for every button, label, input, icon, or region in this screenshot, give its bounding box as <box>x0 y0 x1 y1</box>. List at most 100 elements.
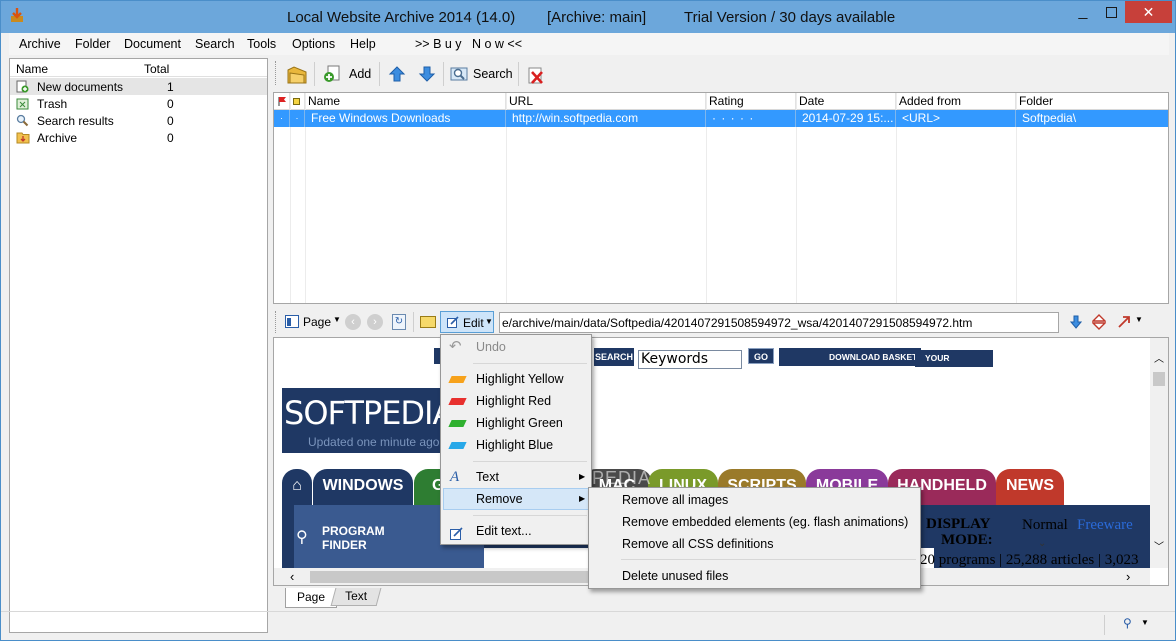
table-row[interactable]: · · Free Windows Downloads http://win.so… <box>274 110 1168 127</box>
main-toolbar: Add Search <box>273 58 1169 90</box>
path-field[interactable]: e/archive/main/data/Softpedia/4201407291… <box>499 312 1059 333</box>
menu-item-remove-css[interactable]: Remove all CSS definitions <box>591 533 918 555</box>
menu-tools[interactable]: Tools <box>247 37 276 51</box>
menu-item-label: Remove all CSS definitions <box>622 537 774 551</box>
vertical-scrollbar[interactable]: ︿ ﹀ <box>1150 338 1168 568</box>
toolbar-separator <box>413 312 414 332</box>
column-header-name[interactable]: Name <box>305 93 506 110</box>
menu-buy-now[interactable]: >> B u y N o w << <box>415 37 522 51</box>
sidebar-item-archive[interactable]: Archive 0 <box>10 129 267 146</box>
expand-collapse-icon[interactable] <box>1091 314 1107 330</box>
tab-page[interactable]: Page <box>285 588 337 608</box>
scroll-thumb[interactable] <box>1153 372 1165 386</box>
menu-item-label: Remove <box>476 492 523 506</box>
refresh-icon[interactable]: ↻ <box>392 314 406 330</box>
menu-item-undo[interactable]: ↶ Undo <box>443 336 589 358</box>
menu-folder[interactable]: Folder <box>75 37 110 51</box>
scroll-up-icon[interactable]: ︿ <box>1154 350 1164 365</box>
menu-item-label: Highlight Blue <box>476 438 554 452</box>
open-folder-icon[interactable] <box>286 64 308 86</box>
chevron-down-icon[interactable]: ▼ <box>1141 618 1149 627</box>
toolbar-separator <box>443 62 444 86</box>
window-title: Local Website Archive 2014 (14.0) <box>287 9 516 26</box>
page-view-dropdown[interactable]: Page ▼ <box>283 312 341 332</box>
status-separator <box>1104 615 1105 635</box>
tab-news[interactable]: NEWS <box>996 469 1064 505</box>
arrow-down-icon[interactable] <box>1069 315 1083 329</box>
search-label: Search <box>473 67 513 81</box>
minimize-button[interactable]: _ <box>1068 1 1098 23</box>
green-highlight-icon <box>448 420 467 427</box>
download-basket-button[interactable]: DOWNLOAD BASKET <box>779 348 921 366</box>
menu-item-highlight-yellow[interactable]: Highlight Yellow <box>443 368 589 390</box>
forward-icon[interactable]: › <box>367 314 383 330</box>
menu-item-label: Edit text... <box>476 524 532 538</box>
menu-item-label: Undo <box>476 340 506 354</box>
menu-item-remove-images[interactable]: Remove all images <box>591 489 918 511</box>
column-header-url[interactable]: URL <box>506 93 706 110</box>
highlight-icon[interactable] <box>420 316 436 328</box>
scroll-down-icon[interactable]: ﹀ <box>1154 538 1164 553</box>
home-tab[interactable]: ⌂ <box>282 469 312 505</box>
column-header-added-from[interactable]: Added from <box>896 93 1016 110</box>
move-up-icon[interactable] <box>388 65 406 83</box>
column-header-folder[interactable]: Folder <box>1016 93 1168 110</box>
go-button[interactable]: GO <box>748 348 774 364</box>
external-link-icon[interactable] <box>1116 314 1132 330</box>
note-column-header[interactable] <box>290 93 305 110</box>
scroll-left-icon[interactable]: ‹ <box>290 569 294 584</box>
keywords-input[interactable]: Keywords <box>638 350 742 369</box>
scroll-right-icon[interactable]: › <box>1126 569 1130 584</box>
tab-windows[interactable]: WINDOWS <box>313 469 413 505</box>
menu-item-remove-embedded[interactable]: Remove embedded elements (eg. flash anim… <box>591 511 918 533</box>
move-down-icon[interactable] <box>418 65 436 83</box>
tab-text[interactable]: Text <box>330 588 382 606</box>
column-header-rating[interactable]: Rating <box>706 93 796 110</box>
search-button[interactable]: Search <box>448 62 514 86</box>
menu-archive[interactable]: Archive <box>19 37 61 51</box>
menu-separator <box>621 559 916 560</box>
sidebar-item-label: Search results <box>37 114 114 128</box>
edit-label: Edit <box>463 316 484 330</box>
display-mode-normal[interactable]: Normal <box>1022 517 1068 534</box>
add-button[interactable]: Add <box>321 62 375 86</box>
sidebar-col-name[interactable]: Name <box>16 62 48 76</box>
delete-icon[interactable] <box>527 67 545 85</box>
column-header-date[interactable]: Date <box>796 93 896 110</box>
menu-document[interactable]: Document <box>124 37 181 51</box>
display-mode-freeware[interactable]: Freeware <box>1077 517 1133 534</box>
trash-icon <box>16 97 29 110</box>
menu-item-highlight-blue[interactable]: Highlight Blue <box>443 434 589 456</box>
menu-search[interactable]: Search <box>195 37 235 51</box>
sidebar-item-new-documents[interactable]: New documents 1 <box>10 78 267 95</box>
chevron-down-icon: ▼ <box>333 315 341 324</box>
display-mode-label-2: MODE: <box>941 532 993 548</box>
sidebar-item-search-results[interactable]: Search results 0 <box>10 112 267 129</box>
sidebar-item-trash[interactable]: Trash 0 <box>10 95 267 112</box>
flag-column-header[interactable] <box>274 93 290 110</box>
new-document-icon <box>16 80 29 93</box>
menu-help[interactable]: Help <box>350 37 376 51</box>
chevron-down-icon[interactable]: ▼ <box>1135 315 1143 324</box>
search-button-web[interactable]: SEARCH <box>594 348 634 366</box>
toolbar-grip <box>275 61 278 85</box>
menu-item-highlight-green[interactable]: Highlight Green <box>443 412 589 434</box>
app-icon[interactable] <box>9 7 25 23</box>
submenu-arrow-icon: ▶ <box>579 472 586 481</box>
menu-item-edit-text[interactable]: Edit text... <box>443 520 589 542</box>
maximize-button[interactable] <box>1098 1 1124 23</box>
edit-button[interactable]: Edit ▼ <box>440 311 494 333</box>
back-icon[interactable]: ‹ <box>345 314 361 330</box>
menu-item-remove[interactable]: Remove ▶ <box>443 488 589 510</box>
your-account-button[interactable]: YOUR ACCOUNT <box>915 350 993 380</box>
row-rating-cell[interactable]: · · · · · <box>706 110 796 127</box>
sidebar-item-label: Archive <box>37 131 78 145</box>
close-button[interactable]: ✕ <box>1125 1 1172 23</box>
menu-options[interactable]: Options <box>292 37 335 51</box>
menu-item-highlight-red[interactable]: Highlight Red <box>443 390 589 412</box>
softpedia-logo[interactable]: SOFTPEDIA Updated one minute ago <box>282 388 442 453</box>
zoom-icon[interactable]: ⚲ <box>1123 616 1132 630</box>
menu-item-text[interactable]: A Text ▶ <box>443 466 589 488</box>
sidebar-col-total[interactable]: Total <box>144 62 169 76</box>
menu-item-delete-unused[interactable]: Delete unused files <box>591 565 918 587</box>
